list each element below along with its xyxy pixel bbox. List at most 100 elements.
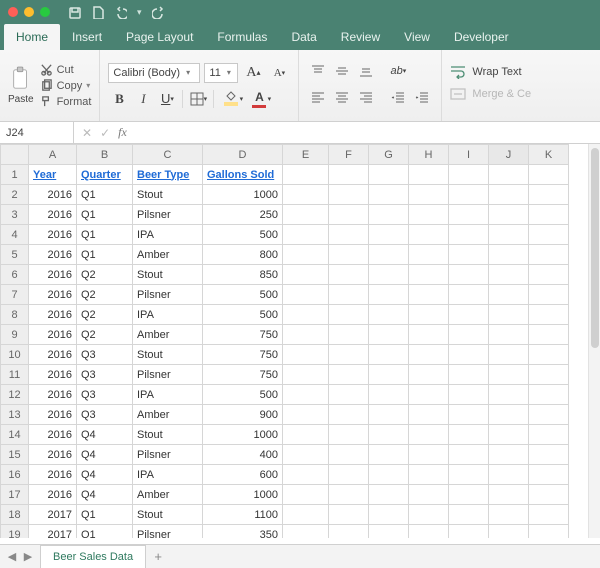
cell[interactable] xyxy=(409,205,449,225)
cell[interactable] xyxy=(369,305,409,325)
add-sheet-button[interactable]: + xyxy=(146,549,170,564)
cell[interactable] xyxy=(489,205,529,225)
cell[interactable]: 400 xyxy=(203,445,283,465)
cell[interactable] xyxy=(283,185,329,205)
table-header-link[interactable]: Quarter xyxy=(81,169,121,181)
cell[interactable]: 1000 xyxy=(203,485,283,505)
cell[interactable] xyxy=(449,505,489,525)
column-header[interactable]: A xyxy=(29,145,77,165)
cell[interactable] xyxy=(283,165,329,185)
cell[interactable] xyxy=(329,245,369,265)
cell[interactable] xyxy=(409,385,449,405)
cell[interactable] xyxy=(489,365,529,385)
wrap-text-button[interactable]: Wrap Text xyxy=(450,65,531,79)
cell[interactable] xyxy=(449,525,489,539)
cell[interactable]: Q1 xyxy=(77,505,133,525)
row-header[interactable]: 8 xyxy=(1,305,29,325)
cell[interactable] xyxy=(449,425,489,445)
cell[interactable] xyxy=(283,365,329,385)
orientation-button[interactable]: ab▾ xyxy=(387,61,409,81)
cell[interactable]: Q2 xyxy=(77,325,133,345)
cell[interactable] xyxy=(489,505,529,525)
cell[interactable] xyxy=(449,185,489,205)
cell[interactable] xyxy=(369,325,409,345)
cell[interactable] xyxy=(489,345,529,365)
cell[interactable] xyxy=(409,245,449,265)
cell[interactable] xyxy=(369,405,409,425)
select-all-corner[interactable] xyxy=(1,145,29,165)
cell[interactable] xyxy=(409,445,449,465)
cell[interactable] xyxy=(409,305,449,325)
cell[interactable] xyxy=(369,485,409,505)
cell[interactable] xyxy=(369,225,409,245)
cell[interactable] xyxy=(329,485,369,505)
align-bottom-button[interactable] xyxy=(355,61,377,81)
redo-icon[interactable] xyxy=(152,6,165,19)
font-size-combo[interactable]: 11▾ xyxy=(204,63,238,83)
cell[interactable]: 2016 xyxy=(29,325,77,345)
cell[interactable] xyxy=(529,385,569,405)
cell[interactable]: 900 xyxy=(203,405,283,425)
cell[interactable] xyxy=(329,505,369,525)
cell[interactable] xyxy=(529,405,569,425)
vertical-scrollbar[interactable] xyxy=(588,144,600,538)
cell[interactable] xyxy=(529,505,569,525)
bold-button[interactable]: B xyxy=(108,89,130,109)
cell[interactable] xyxy=(529,305,569,325)
cell[interactable] xyxy=(529,245,569,265)
cell[interactable]: 1000 xyxy=(203,185,283,205)
save-icon[interactable] xyxy=(68,6,81,19)
cell[interactable]: Amber xyxy=(133,325,203,345)
column-header[interactable]: F xyxy=(329,145,369,165)
cell[interactable] xyxy=(409,165,449,185)
cell[interactable] xyxy=(489,425,529,445)
cell[interactable] xyxy=(329,205,369,225)
table-header-link[interactable]: Year xyxy=(33,169,56,181)
cell[interactable] xyxy=(283,425,329,445)
cell[interactable] xyxy=(529,465,569,485)
undo-dropdown-icon[interactable]: ▾ xyxy=(137,7,142,18)
underline-button[interactable]: U▾ xyxy=(156,89,178,109)
merge-center-button[interactable]: Merge & Ce xyxy=(450,87,531,101)
cell[interactable] xyxy=(283,505,329,525)
cell[interactable]: Q1 xyxy=(77,245,133,265)
ribbon-tab-view[interactable]: View xyxy=(392,24,442,50)
table-header-link[interactable]: Beer Type xyxy=(137,169,189,181)
cell[interactable]: Year xyxy=(29,165,77,185)
cell[interactable]: Q4 xyxy=(77,425,133,445)
cell[interactable]: 2016 xyxy=(29,265,77,285)
cell[interactable] xyxy=(449,165,489,185)
align-right-button[interactable] xyxy=(355,87,377,107)
cell[interactable] xyxy=(409,325,449,345)
cell[interactable] xyxy=(369,165,409,185)
cell[interactable] xyxy=(329,265,369,285)
cell[interactable] xyxy=(329,525,369,539)
cell[interactable]: 2016 xyxy=(29,345,77,365)
cell[interactable] xyxy=(329,325,369,345)
sheet-nav-prev-icon[interactable]: ◀ xyxy=(4,550,20,563)
cell[interactable] xyxy=(489,225,529,245)
ribbon-tab-insert[interactable]: Insert xyxy=(60,24,114,50)
cell[interactable]: 750 xyxy=(203,325,283,345)
cell[interactable] xyxy=(489,445,529,465)
cell[interactable]: Q1 xyxy=(77,225,133,245)
enter-formula-icon[interactable]: ✓ xyxy=(100,126,110,140)
cell[interactable] xyxy=(329,345,369,365)
cell[interactable] xyxy=(369,445,409,465)
cell[interactable] xyxy=(489,385,529,405)
cut-button[interactable]: Cut xyxy=(40,63,92,76)
cell[interactable] xyxy=(409,525,449,539)
cell[interactable] xyxy=(529,265,569,285)
cell[interactable]: 250 xyxy=(203,205,283,225)
ribbon-tab-data[interactable]: Data xyxy=(279,24,328,50)
cell[interactable]: Quarter xyxy=(77,165,133,185)
cell[interactable] xyxy=(283,465,329,485)
cell[interactable]: 2016 xyxy=(29,205,77,225)
cell[interactable]: Amber xyxy=(133,485,203,505)
column-header[interactable]: D xyxy=(203,145,283,165)
cell[interactable] xyxy=(409,225,449,245)
file-icon[interactable] xyxy=(91,6,104,19)
cell[interactable] xyxy=(409,505,449,525)
undo-icon[interactable] xyxy=(114,6,127,19)
column-header[interactable]: J xyxy=(489,145,529,165)
